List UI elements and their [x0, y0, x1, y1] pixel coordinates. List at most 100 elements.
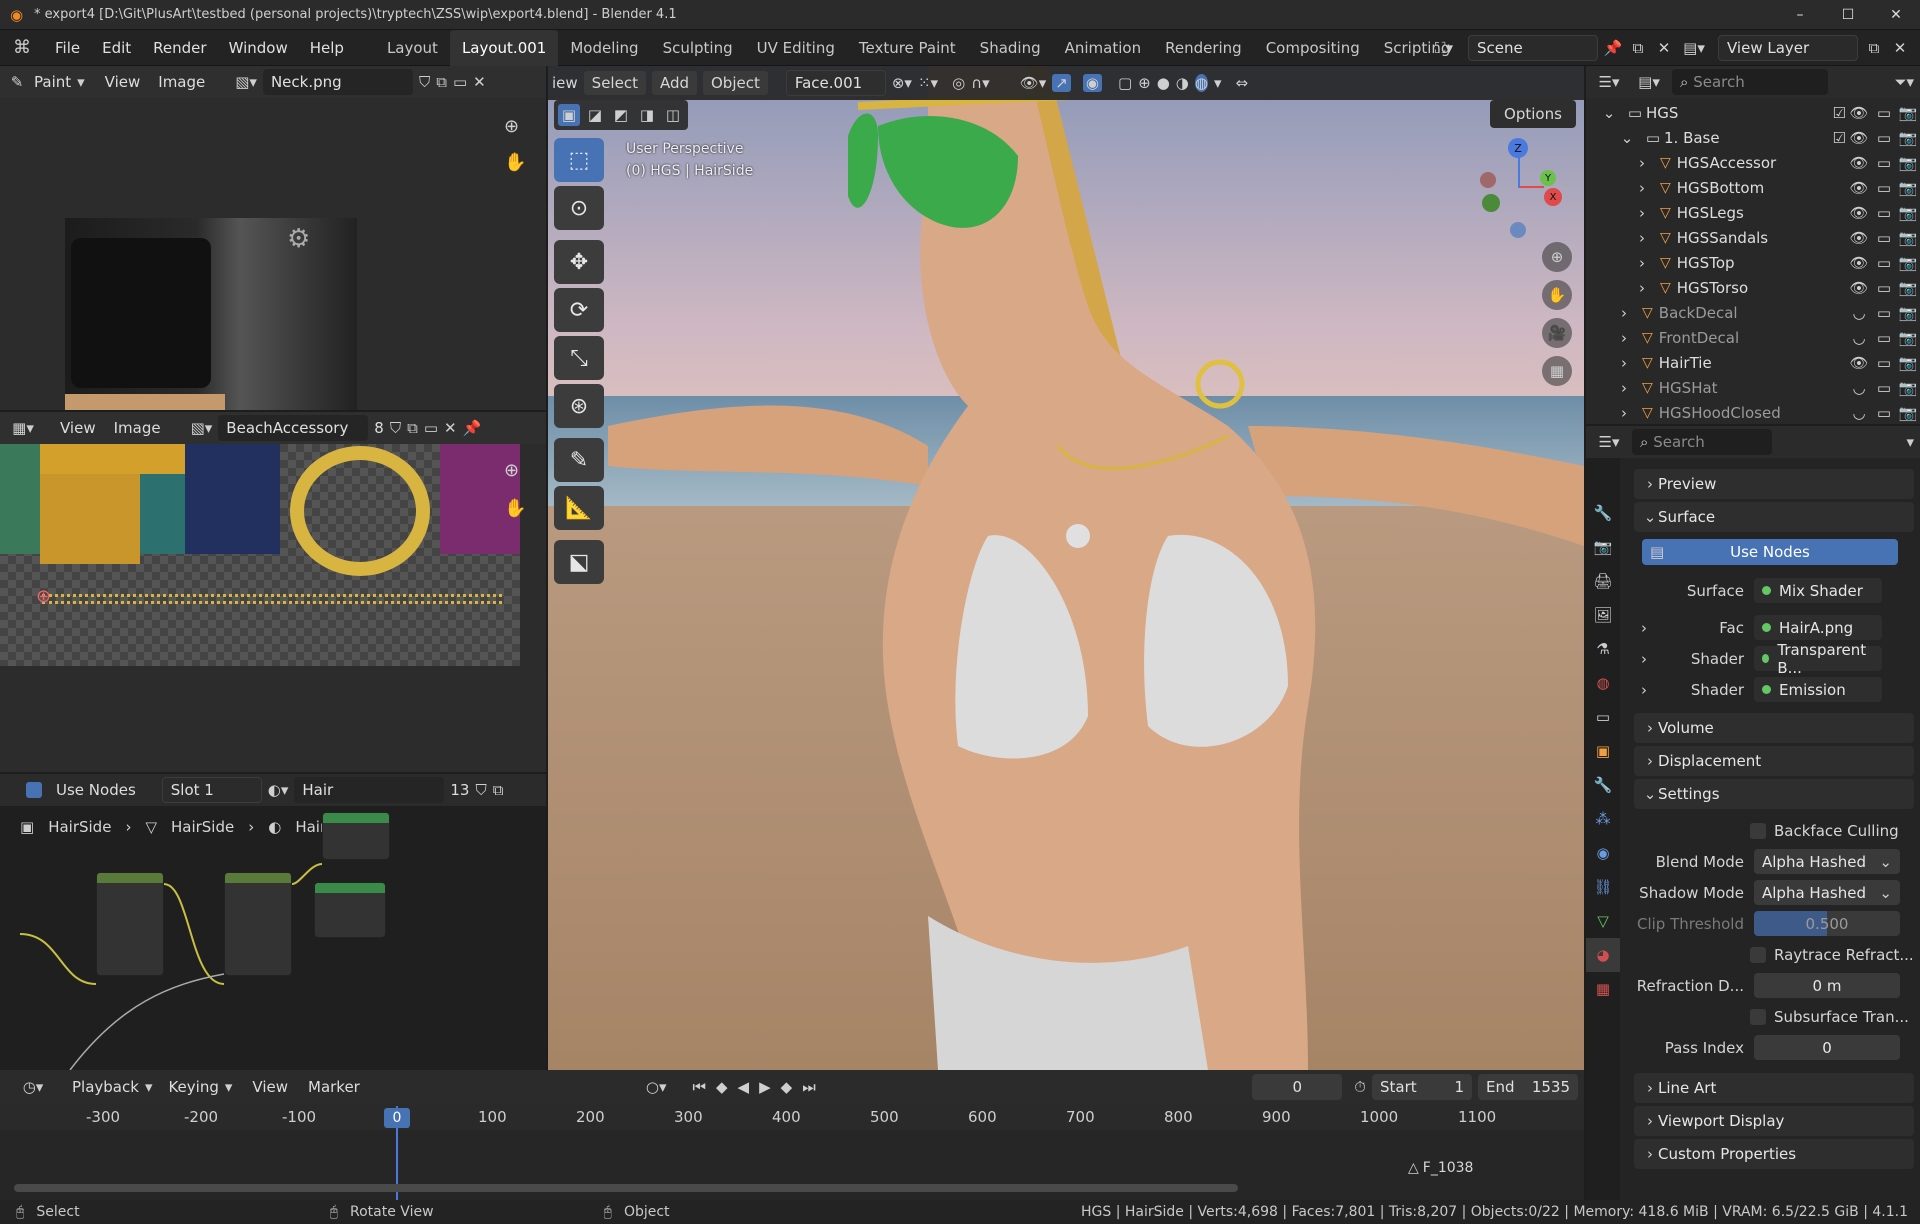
select-extend-icon[interactable]: ◪: [584, 106, 606, 124]
view-layer-icon[interactable]: ▤▾: [1676, 39, 1712, 57]
maximize-button[interactable]: ☐: [1824, 0, 1872, 30]
outliner-item[interactable]: › ▽ HGSHat ◡ ▭ 📷: [1594, 375, 1920, 400]
visibility-eye-icon[interactable]: ◡: [1846, 304, 1872, 322]
outliner-item[interactable]: › ▽ HGSTop 👁 ▭ 📷: [1594, 250, 1920, 275]
menu-keying[interactable]: Keying: [168, 1078, 218, 1096]
zoom-view-icon[interactable]: ⊕: [1542, 242, 1572, 272]
particles-tab-icon[interactable]: ⁂: [1586, 802, 1620, 836]
menu-view[interactable]: View: [105, 73, 141, 91]
new-image-icon[interactable]: ⧉: [407, 419, 418, 437]
new-image-icon[interactable]: ⧉: [436, 73, 447, 91]
camera-view-icon[interactable]: 🎥: [1542, 318, 1572, 348]
close-button[interactable]: ✕: [1872, 0, 1920, 30]
visibility-icon[interactable]: 👁▾: [1020, 74, 1047, 92]
wireframe-shading-icon[interactable]: ⊕: [1138, 74, 1151, 92]
menu-view[interactable]: View: [252, 1078, 288, 1096]
expand-icon[interactable]: ›: [1634, 650, 1654, 668]
image-name-field[interactable]: BeachAccessory: [218, 415, 369, 441]
pan-view-icon[interactable]: ✋: [1542, 280, 1572, 310]
expand-icon[interactable]: ›: [1630, 229, 1654, 247]
play-reverse-icon[interactable]: ◀: [738, 1078, 750, 1096]
editor-type-icon[interactable]: ▦▾: [6, 419, 40, 437]
outliner-item[interactable]: › ▽ HGSHoodClosed ◡ ▭ 📷: [1594, 400, 1920, 424]
select-new-icon[interactable]: ▣: [558, 104, 580, 126]
viewport-disable-icon[interactable]: ▭: [1872, 354, 1896, 372]
slot-dropdown[interactable]: Slot 1: [161, 777, 262, 803]
visibility-eye-icon[interactable]: 👁: [1846, 254, 1872, 272]
fake-user-icon[interactable]: ⛉: [475, 781, 486, 799]
render-disable-icon[interactable]: 📷: [1896, 254, 1920, 272]
backface-culling-row[interactable]: Backface Culling: [1634, 815, 1914, 846]
transform-tool[interactable]: ⊛: [554, 384, 604, 428]
subsurface-row[interactable]: Subsurface Tran...: [1634, 1001, 1914, 1032]
material-name-field[interactable]: Hair: [294, 777, 445, 803]
start-frame-field[interactable]: Start 1: [1372, 1074, 1472, 1100]
fac-field[interactable]: HairA.png: [1754, 615, 1882, 640]
outliner-item[interactable]: › ▽ HairTie 👁 ▭ 📷: [1594, 350, 1920, 375]
constraints-tab-icon[interactable]: ⛓: [1586, 870, 1620, 904]
transform-pivot-icon[interactable]: ⊗▾: [892, 74, 912, 92]
raytrace-refraction-checkbox[interactable]: [1750, 946, 1766, 963]
visibility-eye-icon[interactable]: ◡: [1846, 404, 1872, 422]
render-disable-icon[interactable]: 📷: [1896, 329, 1920, 347]
material-tab-icon[interactable]: ◕: [1586, 938, 1620, 972]
subsurface-checkbox[interactable]: [1750, 1008, 1766, 1025]
viewport-disable-icon[interactable]: ▭: [1872, 154, 1896, 172]
rotate-tool[interactable]: ⟳: [554, 288, 604, 332]
scene-icon[interactable]: ⛶▾: [1426, 39, 1462, 57]
display-mode-icon[interactable]: ▤▾: [1632, 73, 1666, 91]
outliner-item[interactable]: › ▽ FrontDecal ◡ ▭ 📷: [1594, 325, 1920, 350]
timeline-marker[interactable]: △ F_1038: [1408, 1160, 1473, 1176]
options-button[interactable]: Options: [1490, 100, 1576, 128]
prev-keyframe-icon[interactable]: ◆: [716, 1078, 728, 1096]
visibility-eye-icon[interactable]: 👁: [1846, 354, 1872, 372]
visibility-eye-icon[interactable]: 👁: [1846, 129, 1872, 147]
delete-view-layer-icon[interactable]: ✕: [1890, 39, 1910, 57]
menu-select[interactable]: Select: [583, 71, 646, 95]
render-disable-icon[interactable]: 📷: [1896, 229, 1920, 247]
pin-icon[interactable]: 📌: [1604, 39, 1623, 57]
physics-tab-icon[interactable]: ◉: [1586, 836, 1620, 870]
outliner-item[interactable]: › ▽ HGSLegs 👁 ▭ 📷: [1594, 200, 1920, 225]
checkbox-icon[interactable]: ☑: [1833, 104, 1846, 122]
expand-icon[interactable]: ›: [1612, 304, 1636, 322]
gizmo-toggle-icon[interactable]: ↗: [1052, 74, 1071, 92]
modifier-tab-icon[interactable]: 🔧: [1586, 768, 1620, 802]
visibility-eye-icon[interactable]: 👁: [1846, 229, 1872, 247]
jump-end-icon[interactable]: ⏭: [802, 1078, 816, 1096]
image-browse-icon[interactable]: ▧▾: [235, 73, 257, 91]
navigation-gizmo[interactable]: Z Y X: [1478, 138, 1568, 238]
outliner-item[interactable]: › ▽ HGSTorso 👁 ▭ 📷: [1594, 275, 1920, 300]
proportional-edit-icon[interactable]: ◎: [952, 74, 965, 92]
pass-index-field[interactable]: 0: [1754, 1035, 1900, 1060]
visibility-eye-icon[interactable]: ◡: [1846, 379, 1872, 397]
viewport-disable-icon[interactable]: ▭: [1872, 329, 1896, 347]
collection-tab-icon[interactable]: ▭: [1586, 700, 1620, 734]
play-icon[interactable]: ▶: [759, 1078, 771, 1096]
uv-cursor-icon[interactable]: ⊕: [36, 586, 51, 607]
material-shading-icon[interactable]: ◑: [1176, 74, 1189, 92]
current-frame-field[interactable]: 0: [1252, 1074, 1343, 1100]
viewport-disable-icon[interactable]: ▭: [1872, 204, 1896, 222]
visibility-eye-icon[interactable]: 👁: [1846, 279, 1872, 297]
select-intersect-icon[interactable]: ◫: [662, 106, 684, 124]
editor-type-icon[interactable]: ☰▾: [1592, 73, 1626, 91]
properties-options-icon[interactable]: ▾: [1906, 433, 1914, 451]
shader2-field[interactable]: Emission: [1754, 677, 1882, 702]
menu-file[interactable]: File: [44, 30, 91, 66]
blender-menu-icon[interactable]: ⌘: [0, 37, 44, 58]
properties-search-input[interactable]: ⌕ Search: [1632, 429, 1772, 455]
tab-texture-paint[interactable]: Texture Paint: [847, 30, 968, 66]
tab-modeling[interactable]: Modeling: [558, 30, 650, 66]
jump-start-icon[interactable]: ⏮: [692, 1078, 706, 1096]
unlink-image-icon[interactable]: ✕: [444, 419, 457, 437]
menu-marker[interactable]: Marker: [308, 1078, 360, 1096]
object-tab-icon[interactable]: ▣: [1586, 734, 1620, 768]
shader1-field[interactable]: Transparent B...: [1754, 641, 1882, 677]
visibility-eye-icon[interactable]: 👁: [1846, 179, 1872, 197]
render-disable-icon[interactable]: 📷: [1896, 379, 1920, 397]
render-disable-icon[interactable]: 📷: [1896, 154, 1920, 172]
render-disable-icon[interactable]: 📷: [1896, 179, 1920, 197]
expand-icon[interactable]: ›: [1612, 354, 1636, 372]
xray-toggle-icon[interactable]: ▢: [1118, 74, 1132, 92]
